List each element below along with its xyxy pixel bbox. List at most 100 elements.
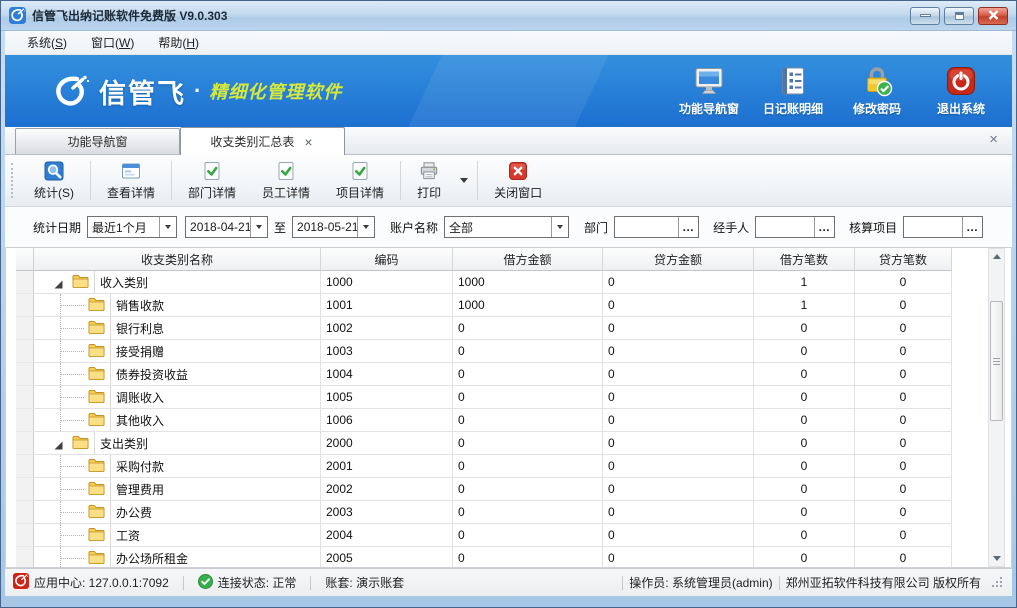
close-window-button[interactable]: 关闭窗口: [481, 155, 555, 206]
credit-count-cell: 0: [855, 271, 952, 294]
restore-button[interactable]: [944, 7, 974, 25]
date-to-combo[interactable]: 2018-05-21: [292, 216, 375, 238]
monitor-action-button[interactable]: 功能导航窗: [672, 65, 746, 117]
journal-action-button[interactable]: 日记账明细: [756, 65, 830, 117]
debit-cell: 0: [453, 455, 603, 478]
column-header-0[interactable]: 收支类别名称: [34, 248, 321, 271]
category-name-cell[interactable]: 工资: [34, 524, 321, 547]
code-cell: 2002: [321, 478, 453, 501]
toolbar-button-label: 统计(S): [34, 184, 74, 201]
row-indicator: [16, 524, 34, 547]
column-header-4[interactable]: 借方笔数: [754, 248, 855, 271]
category-name-cell[interactable]: 调账收入: [34, 386, 321, 409]
table-row[interactable]: 办公场所租金20050000: [16, 547, 1011, 568]
scrollbar-thumb[interactable]: [990, 301, 1003, 421]
close-button[interactable]: [978, 7, 1008, 25]
browse-button[interactable]: …: [814, 217, 834, 237]
brand-separator: ·: [194, 78, 201, 104]
category-name-cell[interactable]: 销售收款: [34, 294, 321, 317]
close-tab-icon[interactable]: ×: [302, 135, 314, 149]
credit-count-cell: 0: [855, 478, 952, 501]
table-row[interactable]: 支出类别20000000: [16, 432, 1011, 455]
expand-triangle-icon[interactable]: [54, 278, 63, 292]
view-detail-button[interactable]: 查看详情: [94, 155, 168, 206]
scroll-up-button[interactable]: [989, 249, 1004, 264]
category-name-cell[interactable]: 收入类别: [34, 271, 321, 294]
project-field[interactable]: …: [903, 216, 983, 238]
tabstrip-close-icon[interactable]: ×: [989, 132, 998, 147]
table-row[interactable]: 管理费用20020000: [16, 478, 1011, 501]
category-name-cell[interactable]: 办公场所租金: [34, 547, 321, 568]
statusbar-divider: [779, 576, 780, 590]
operator-status: 操作员: 系统管理员(admin): [629, 574, 772, 591]
print-button[interactable]: 打印: [404, 155, 454, 206]
column-header-3[interactable]: 贷方金额: [603, 248, 754, 271]
toolbar-button-label: 关闭窗口: [494, 184, 542, 201]
row-indicator: [16, 386, 34, 409]
dropdown-button[interactable]: [159, 217, 176, 237]
code-cell: 1002: [321, 317, 453, 340]
menu-item-h[interactable]: 帮助(H): [146, 31, 211, 54]
table-row[interactable]: 办公费20030000: [16, 501, 1011, 524]
department-field[interactable]: …: [614, 216, 699, 238]
print-dropdown-button[interactable]: [454, 155, 474, 206]
dropdown-button[interactable]: [357, 217, 374, 237]
table-row[interactable]: 工资20040000: [16, 524, 1011, 547]
expand-triangle-icon[interactable]: [54, 439, 63, 453]
date-preset-combo[interactable]: 最近1个月: [87, 216, 177, 238]
title-bar: 信管飞出纳记账软件免费版 V9.0.303: [1, 1, 1016, 31]
menu-item-s[interactable]: 系统(S): [15, 31, 79, 54]
column-header-1[interactable]: 编码: [321, 248, 453, 271]
browse-button[interactable]: …: [678, 217, 698, 237]
table-row[interactable]: 收入类别10001000010: [16, 271, 1011, 294]
browse-button[interactable]: …: [962, 217, 982, 237]
column-header-2[interactable]: 借方金额: [453, 248, 603, 271]
column-header-5[interactable]: 贷方笔数: [855, 248, 952, 271]
table-row[interactable]: 销售收款10011000010: [16, 294, 1011, 317]
employee-detail-button[interactable]: 员工详情: [249, 155, 323, 206]
code-cell: 2005: [321, 547, 453, 568]
table-row[interactable]: 其他收入10060000: [16, 409, 1011, 432]
debit-cell: 1000: [453, 271, 603, 294]
category-name-cell[interactable]: 接受捐赠: [34, 340, 321, 363]
minimize-button[interactable]: [910, 7, 940, 25]
tab-0[interactable]: 功能导航窗: [15, 128, 180, 154]
table-row[interactable]: 调账收入10050000: [16, 386, 1011, 409]
dept-detail-button[interactable]: 部门详情: [175, 155, 249, 206]
category-name-cell[interactable]: 采购付款: [34, 455, 321, 478]
category-name-cell[interactable]: 办公费: [34, 501, 321, 524]
category-name-cell[interactable]: 支出类别: [34, 432, 321, 455]
table-row[interactable]: 采购付款20010000: [16, 455, 1011, 478]
brand-logo-icon: [51, 72, 89, 110]
table-row[interactable]: 银行利息10020000: [16, 317, 1011, 340]
category-name-cell[interactable]: 其他收入: [34, 409, 321, 432]
category-name-cell[interactable]: 管理费用: [34, 478, 321, 501]
credit-cell: 0: [603, 386, 754, 409]
handler-field[interactable]: …: [755, 216, 835, 238]
copyright-text: 郑州亚拓软件科技有限公司 版权所有: [786, 574, 981, 591]
vertical-scrollbar[interactable]: [988, 248, 1005, 567]
resize-grip-icon[interactable]: [991, 576, 1004, 589]
menu-item-w[interactable]: 窗口(W): [79, 31, 146, 54]
dropdown-button[interactable]: [250, 217, 267, 237]
stats-icon: [44, 161, 64, 181]
credit-count-cell: 0: [855, 524, 952, 547]
table-row[interactable]: 接受捐赠10030000: [16, 340, 1011, 363]
power-action-button[interactable]: 退出系统: [924, 65, 998, 117]
thumb-grip-icon: [993, 358, 1000, 365]
stats-button[interactable]: 统计(S): [21, 155, 87, 206]
category-name-cell[interactable]: 债券投资收益: [34, 363, 321, 386]
project-detail-button[interactable]: 项目详情: [323, 155, 397, 206]
account-combo[interactable]: 全部: [444, 216, 569, 238]
credit-count-cell: 0: [855, 340, 952, 363]
category-name-cell[interactable]: 银行利息: [34, 317, 321, 340]
dropdown-button[interactable]: [551, 217, 568, 237]
credit-cell: 0: [603, 524, 754, 547]
scroll-down-button[interactable]: [989, 551, 1004, 566]
category-name: 接受捐赠: [110, 340, 320, 362]
lock-action-button[interactable]: 修改密码: [840, 65, 914, 117]
credit-cell: 0: [603, 294, 754, 317]
table-row[interactable]: 债券投资收益10040000: [16, 363, 1011, 386]
date-from-combo[interactable]: 2018-04-21: [185, 216, 268, 238]
tab-active[interactable]: 收支类别汇总表×: [180, 127, 345, 155]
